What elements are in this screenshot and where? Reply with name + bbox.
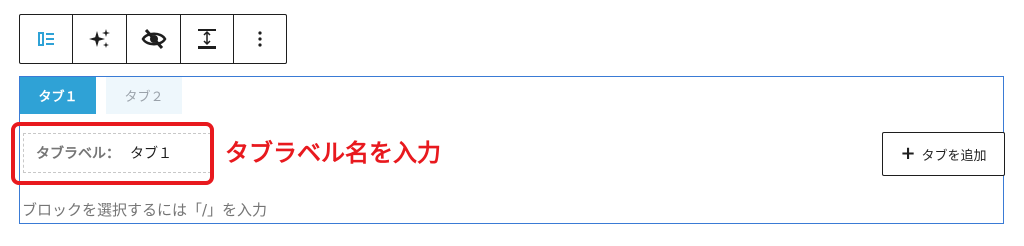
annotation-text: タブラベル名を入力: [225, 139, 441, 167]
ai-button[interactable]: [73, 15, 127, 63]
block-toolbar: [19, 14, 287, 64]
more-options-button[interactable]: [234, 15, 286, 63]
block-placeholder[interactable]: ブロックを選択するには「/」を入力: [22, 199, 267, 220]
visibility-button[interactable]: [127, 15, 181, 63]
tab-2[interactable]: タブ２: [106, 77, 182, 114]
sparkle-icon: [88, 27, 112, 51]
more-options-icon: [257, 29, 263, 49]
spacing-icon: [195, 27, 219, 51]
eye-slash-icon: [141, 26, 167, 52]
tab-block-button[interactable]: [20, 15, 73, 63]
spacing-button[interactable]: [181, 15, 234, 63]
add-tab-button[interactable]: + タブを追加: [882, 132, 1005, 176]
plus-icon: +: [900, 143, 916, 164]
add-tab-label: タブを追加: [921, 148, 987, 164]
tab-1[interactable]: タブ１: [20, 77, 96, 114]
annotation-highlight-box: [11, 122, 214, 185]
tab-block-icon: [36, 29, 56, 49]
